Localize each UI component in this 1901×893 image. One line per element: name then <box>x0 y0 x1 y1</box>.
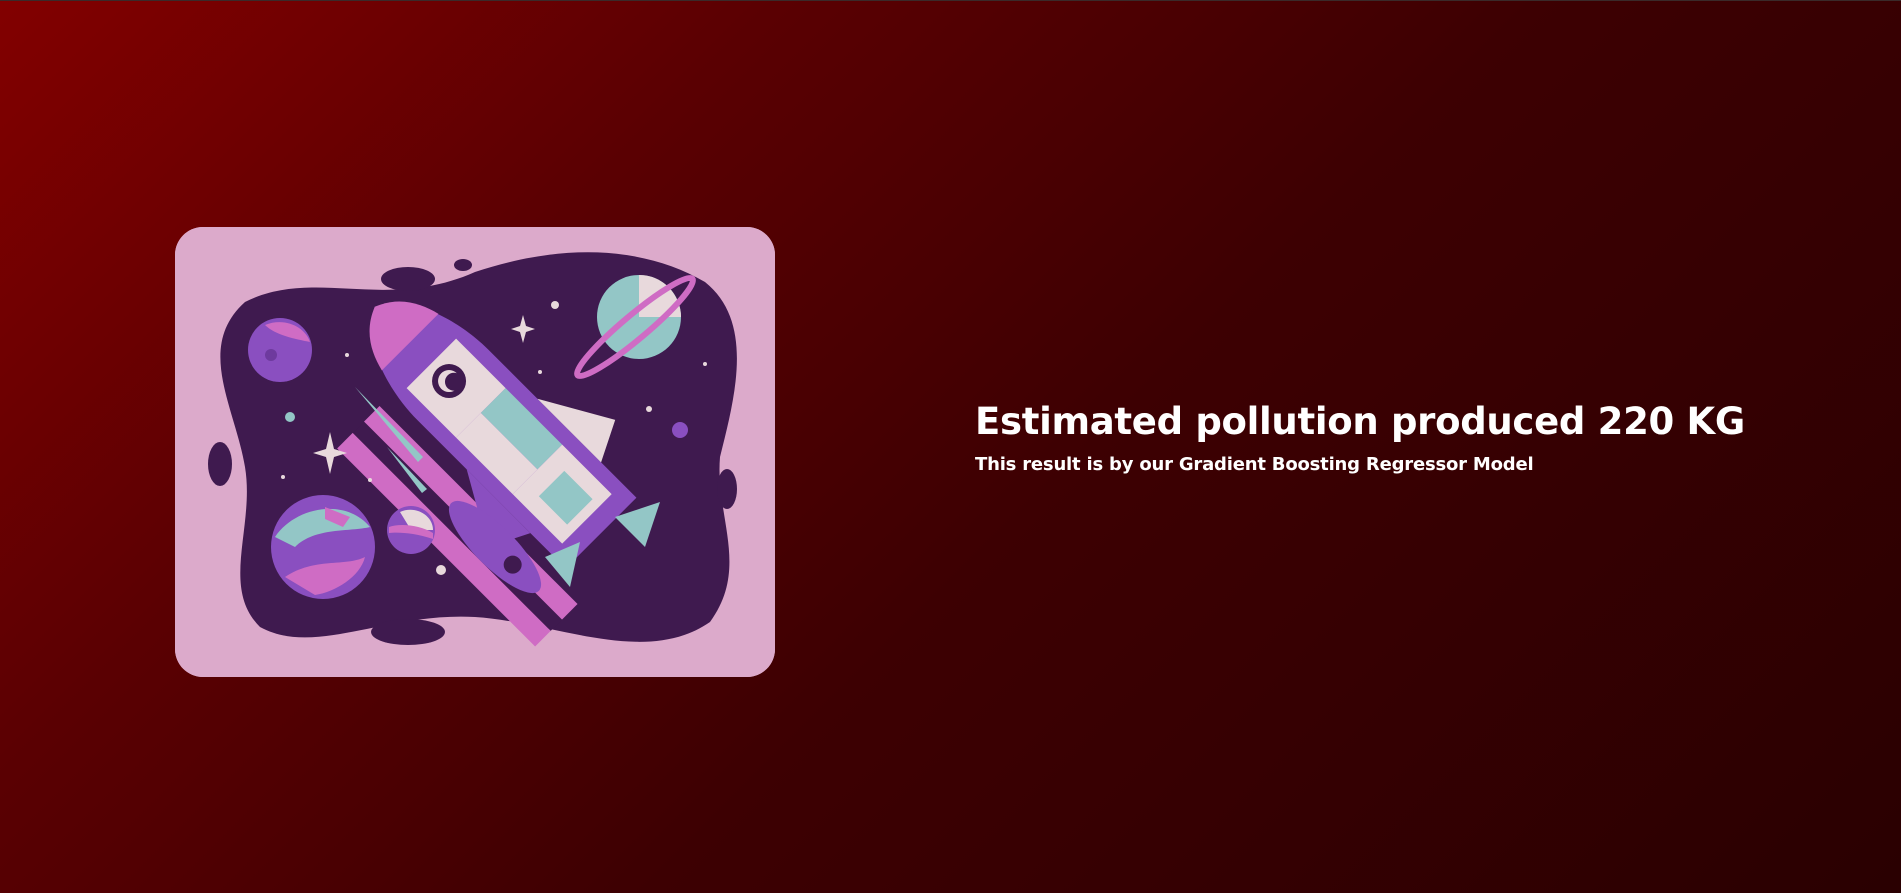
result-panel: Estimated pollution produced 220 KG This… <box>975 398 1875 477</box>
illustration-card <box>175 227 775 677</box>
model-attribution-text: This result is by our Gradient Boosting … <box>975 454 1534 475</box>
top-border <box>0 0 1901 1</box>
pollution-estimate-heading: Estimated pollution produced 220 KG <box>975 400 1745 443</box>
rocket-illustration <box>175 227 775 677</box>
